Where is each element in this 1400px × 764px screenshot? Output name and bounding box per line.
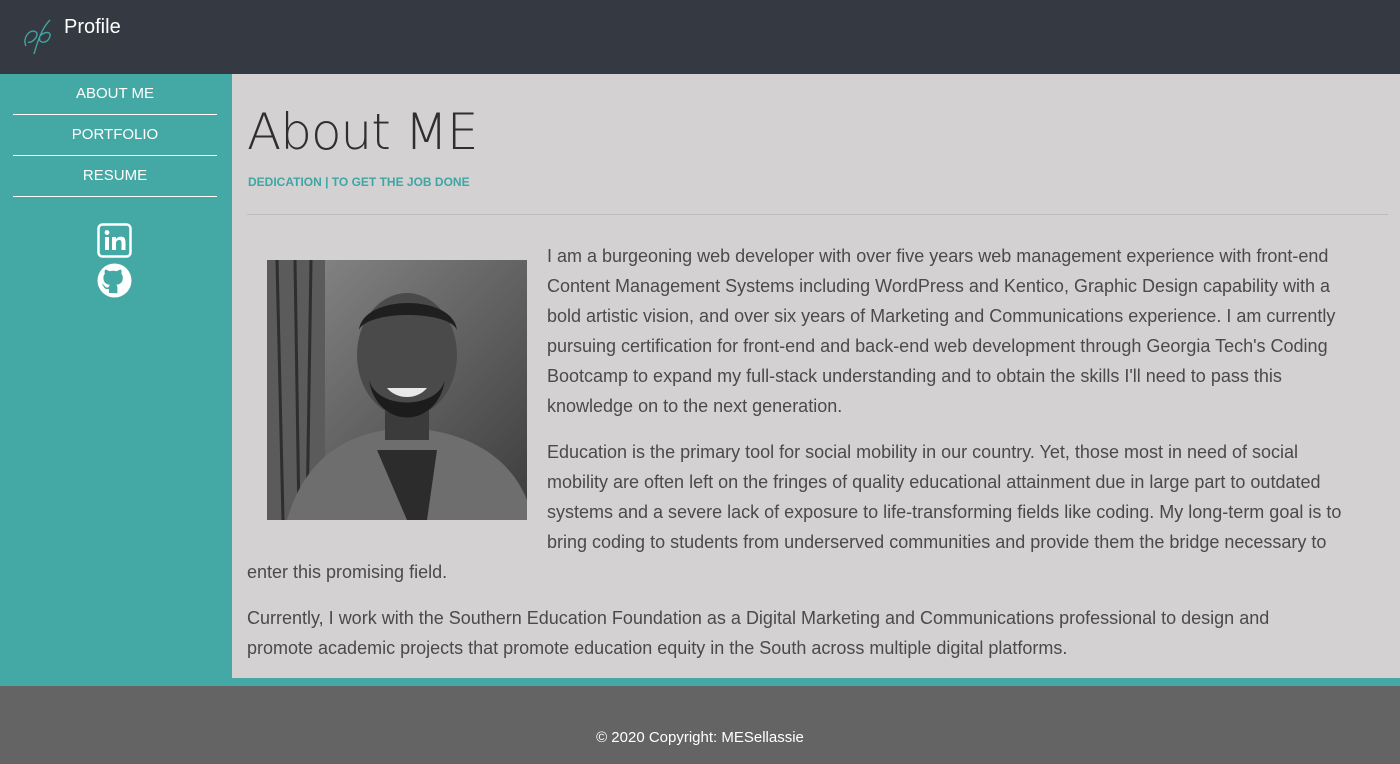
- linkedin-link[interactable]: [97, 223, 132, 258]
- page-title: About ME: [247, 103, 478, 161]
- github-icon: [97, 263, 132, 298]
- main-content: About ME DEDICATION | TO GET THE JOB DON…: [232, 74, 1400, 678]
- tagline: DEDICATION | TO GET THE JOB DONE: [248, 175, 470, 189]
- footer: © 2020 Copyright: MESellassie: [0, 686, 1400, 764]
- profile-photo: [267, 260, 527, 520]
- divider: [247, 214, 1388, 215]
- about-paragraph-2: Education is the primary tool for social…: [247, 442, 1342, 582]
- brand-link[interactable]: Profile: [64, 15, 121, 39]
- signature-logo-icon[interactable]: [20, 16, 56, 58]
- sidebar-item-portfolio[interactable]: PORTFOLIO: [13, 115, 217, 156]
- github-link[interactable]: [97, 263, 132, 298]
- about-paragraph-1: I am a burgeoning web developer with ove…: [547, 246, 1336, 416]
- sidebar-item-resume[interactable]: RESUME: [13, 156, 217, 197]
- top-navbar: Profile: [0, 0, 1400, 74]
- sidebar-item-about-me[interactable]: ABOUT ME: [13, 74, 217, 115]
- linkedin-icon: [97, 223, 132, 258]
- accent-strip: [0, 678, 1400, 686]
- about-paragraph-3: Currently, I work with the Southern Educ…: [247, 608, 1270, 658]
- sidebar: ABOUT ME PORTFOLIO RESUME: [0, 74, 232, 678]
- copyright-text: © 2020 Copyright: MESellassie: [596, 729, 804, 746]
